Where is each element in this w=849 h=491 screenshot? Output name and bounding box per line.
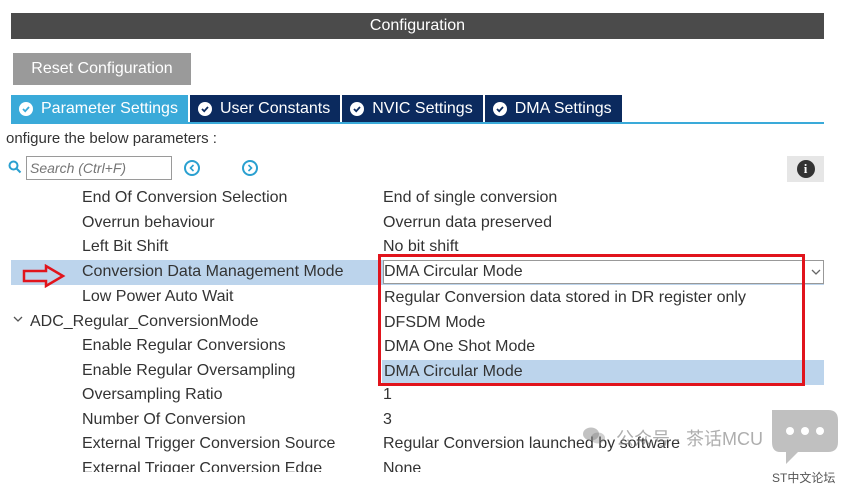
param-name: Enable Regular Oversampling xyxy=(82,362,296,379)
tab-label: NVIC Settings xyxy=(372,99,473,117)
param-name: Low Power Auto Wait xyxy=(82,288,234,305)
previous-match-button[interactable] xyxy=(184,160,200,176)
param-value: None xyxy=(383,460,422,472)
next-match-button[interactable] xyxy=(242,160,258,176)
tab-label: User Constants xyxy=(219,99,331,117)
check-icon xyxy=(350,101,365,116)
tab-user-constants[interactable]: User Constants xyxy=(189,95,343,122)
param-name: External Trigger Conversion Edge xyxy=(82,460,323,472)
search-input[interactable] xyxy=(26,156,172,180)
group-name: ADC_Regular_ConversionMode xyxy=(30,313,259,330)
param-name: Oversampling Ratio xyxy=(82,386,223,403)
annotation-arrow-icon xyxy=(22,263,66,293)
tab-parameter-settings[interactable]: Parameter Settings xyxy=(11,95,190,122)
info-button[interactable]: i xyxy=(787,156,824,182)
tab-dma-settings[interactable]: DMA Settings xyxy=(484,95,624,122)
search-row: i xyxy=(8,156,824,182)
search-icon[interactable] xyxy=(8,160,22,179)
param-name: Overrun behaviour xyxy=(82,214,215,231)
configure-hint: onfigure the below parameters : xyxy=(6,130,217,147)
param-row[interactable]: End Of Conversion Selection End of singl… xyxy=(11,186,824,211)
tab-underline xyxy=(11,122,824,124)
check-icon xyxy=(492,101,507,116)
info-icon: i xyxy=(796,160,815,178)
watermark-text: 公众号 · 茶话MCU xyxy=(616,429,763,449)
wechat-icon xyxy=(582,426,606,451)
watermark: 公众号 · 茶话MCU xyxy=(582,425,763,451)
tab-label: Parameter Settings xyxy=(41,99,178,117)
param-name: External Trigger Conversion Source xyxy=(82,435,336,452)
param-name: Conversion Data Management Mode xyxy=(82,263,344,280)
collapse-chevron-icon[interactable] xyxy=(12,312,24,331)
param-name: End Of Conversion Selection xyxy=(82,189,288,206)
param-row[interactable]: Oversampling Ratio 1 xyxy=(11,383,824,408)
param-name: Enable Regular Conversions xyxy=(82,337,286,354)
chevron-right-icon xyxy=(247,164,253,172)
check-icon xyxy=(197,101,212,116)
param-value: End of single conversion xyxy=(383,189,558,206)
param-name: Left Bit Shift xyxy=(82,238,169,255)
param-row[interactable]: Overrun behaviour Overrun data preserved xyxy=(11,211,824,236)
param-value: Overrun data preserved xyxy=(383,214,552,231)
annotation-highlight-box xyxy=(378,254,805,386)
param-row[interactable]: External Trigger Conversion Edge None xyxy=(11,457,824,472)
forum-badge: ST中文论坛 xyxy=(772,471,836,485)
check-icon xyxy=(19,101,33,116)
tab-bar: Parameter Settings User Constants NVIC S… xyxy=(11,95,624,122)
window-title: Configuration xyxy=(11,13,824,39)
tab-nvic-settings[interactable]: NVIC Settings xyxy=(342,95,485,122)
chevron-down-icon[interactable] xyxy=(809,265,823,284)
chat-bubble-icon xyxy=(768,408,842,471)
reset-configuration-button[interactable]: Reset Configuration xyxy=(13,53,191,85)
tab-label: DMA Settings xyxy=(514,99,612,117)
param-value: 3 xyxy=(383,411,392,428)
param-name: Number Of Conversion xyxy=(82,411,246,428)
param-value: 1 xyxy=(383,386,392,403)
chevron-left-icon xyxy=(189,164,195,172)
